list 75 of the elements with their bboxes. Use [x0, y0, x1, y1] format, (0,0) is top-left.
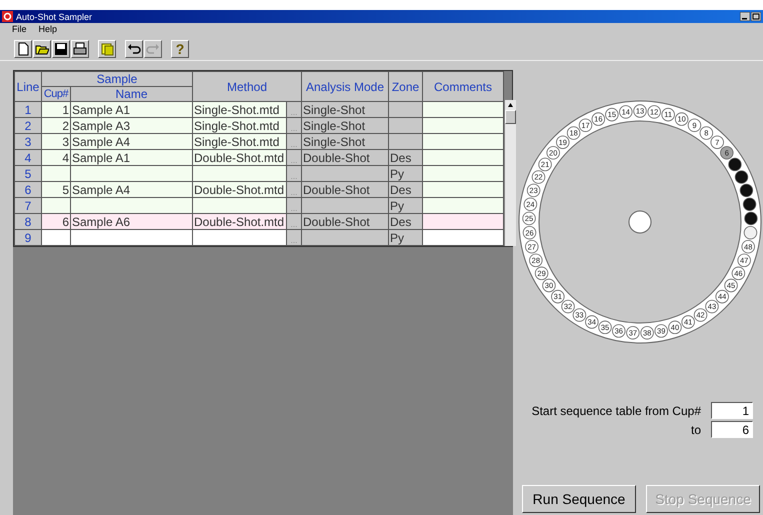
open-button[interactable]	[33, 40, 51, 58]
app-icon	[2, 11, 13, 22]
table-cell: Sample A1	[70, 102, 192, 118]
table-cell: Double-Shot.mtd	[192, 182, 286, 198]
row-number[interactable]: 3	[14, 134, 42, 150]
column-header: Analysis Mode	[302, 72, 388, 102]
table-cell: Double-Shot	[302, 214, 388, 230]
from-cup-field[interactable]: 1	[711, 402, 753, 419]
minimize-icon[interactable]	[740, 12, 750, 21]
table-cell: Single-Shot	[302, 118, 388, 134]
new-button[interactable]	[14, 40, 32, 58]
print-button[interactable]	[71, 40, 89, 58]
table-cell: 1	[42, 102, 70, 118]
to-label: to	[690, 422, 701, 436]
column-header: Cup#	[42, 86, 70, 102]
table-cell: 2	[42, 118, 70, 134]
table-cell: Sample A3	[70, 118, 192, 134]
table-cell: Single-Shot.mtd	[192, 118, 286, 134]
column-header: Method	[192, 72, 302, 102]
table-cell: Sample A4	[70, 182, 192, 198]
sample-cup[interactable]	[728, 158, 742, 172]
column-header: Name	[70, 86, 192, 102]
sample-cup[interactable]	[740, 184, 754, 198]
sample-cup[interactable]	[742, 198, 756, 211]
table-cell: Des	[388, 182, 422, 198]
scroll-thumb[interactable]	[505, 110, 516, 124]
row-number[interactable]: 8	[14, 214, 42, 230]
save-button[interactable]	[52, 40, 70, 58]
undo-button[interactable]	[125, 40, 143, 58]
table-cell: Sample A6	[70, 214, 192, 230]
table-cell: Sample A1	[70, 150, 192, 166]
row-number[interactable]: 2	[14, 118, 42, 134]
table-cell: Sample A4	[70, 134, 192, 150]
table-cell	[388, 102, 422, 118]
column-header: Zone	[388, 72, 422, 102]
window-title: Auto-Shot Sampler	[16, 12, 92, 22]
row-number[interactable]: 7	[14, 198, 42, 214]
table-cell: Single-Shot.mtd	[192, 134, 286, 150]
table-cell: Py	[388, 230, 422, 246]
table-cell: 5	[42, 182, 70, 198]
table-cell	[388, 118, 422, 134]
sample-cup[interactable]	[744, 212, 758, 226]
help-button[interactable]: ?	[171, 40, 189, 58]
table-cell: 3	[42, 134, 70, 150]
table-cell: 6	[42, 214, 70, 230]
column-header: Comments	[422, 72, 504, 102]
table-cell: Des	[388, 150, 422, 166]
row-number[interactable]: 1	[14, 102, 42, 118]
table-cell: Double-Shot	[302, 150, 388, 166]
maximize-icon[interactable]	[751, 12, 761, 21]
row-number[interactable]: 9	[14, 230, 42, 246]
sample-cup[interactable]	[734, 170, 748, 184]
scrollbar[interactable]	[504, 100, 516, 246]
to-cup-field[interactable]: 6	[711, 421, 753, 438]
table-cell: Single-Shot	[302, 102, 388, 118]
table-cell: Double-Shot	[302, 182, 388, 198]
row-number[interactable]: 6	[14, 182, 42, 198]
row-number[interactable]: 4	[14, 150, 42, 166]
column-header: Sample	[42, 72, 192, 86]
tray-button[interactable]	[98, 40, 116, 58]
table-cell: Single-Shot.mtd	[192, 102, 286, 118]
menu-item[interactable]: File	[12, 24, 27, 34]
sequence-button[interactable]: Run Sequence	[522, 485, 636, 513]
table-cell: Double-Shot.mtd	[192, 150, 286, 166]
cup-range-label: Start sequence table from Cup#	[532, 404, 701, 418]
table-cell: Py	[388, 166, 422, 182]
table-cell	[388, 134, 422, 150]
table-cell: Double-Shot.mtd	[192, 214, 286, 230]
table-cell: Single-Shot	[302, 134, 388, 150]
table-cell: Des	[388, 214, 422, 230]
column-header: Line	[14, 72, 42, 102]
table-cell: 4	[42, 150, 70, 166]
table-cell: Py	[388, 198, 422, 214]
row-number[interactable]: 5	[14, 166, 42, 182]
menu-item[interactable]: Help	[38, 24, 58, 34]
